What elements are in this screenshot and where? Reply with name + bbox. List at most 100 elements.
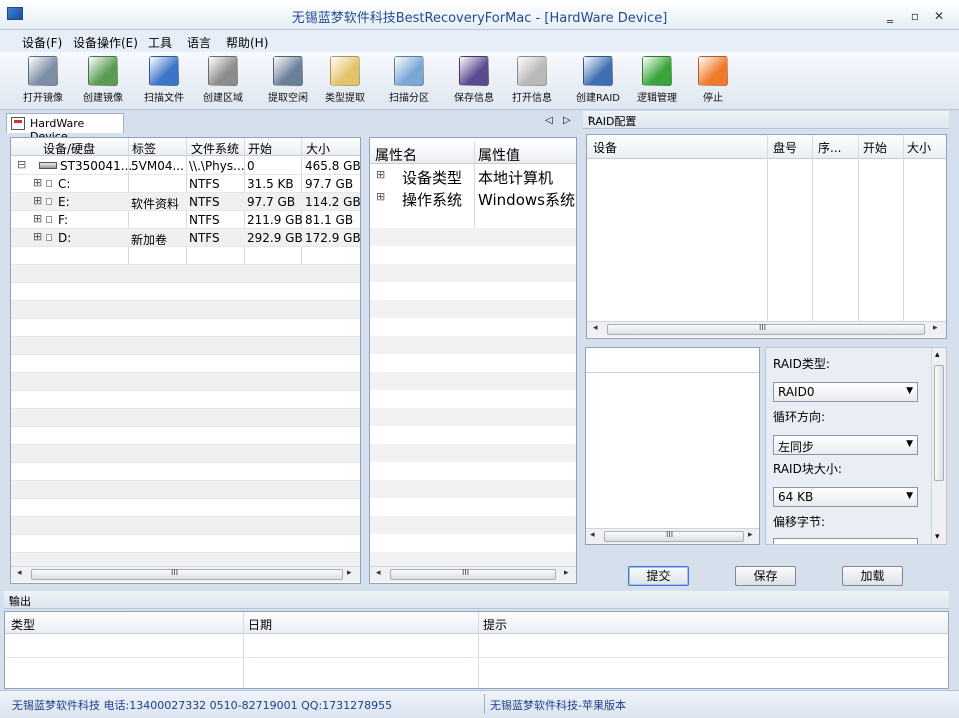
menu-device-ops[interactable]: 设备操作(E)	[73, 34, 138, 51]
pin-icon[interactable]: ᵖ	[9, 593, 944, 606]
col-size[interactable]: 大小	[306, 140, 330, 157]
create-image-icon	[88, 56, 118, 86]
tab-prev-icon[interactable]: ◁	[545, 115, 553, 126]
settings-vscroll[interactable]: ▴ ▾	[931, 348, 946, 544]
raid-type-select[interactable]: RAID0 ▼	[773, 382, 918, 402]
toolbar-button-11[interactable]: 逻辑管理	[627, 54, 687, 104]
expand-icon[interactable]: ⊞	[33, 230, 42, 243]
scroll-left-icon[interactable]: ◂	[17, 568, 22, 578]
scroll-grip: III	[759, 323, 767, 332]
col-raid-device[interactable]: 设备	[593, 139, 617, 156]
scroll-right-icon[interactable]: ▸	[564, 568, 569, 578]
menu-help[interactable]: 帮助(H)	[226, 34, 268, 51]
restore-button[interactable]: ▫	[907, 9, 923, 23]
col-out-hint[interactable]: 提示	[483, 616, 507, 633]
menu-language[interactable]: 语言	[187, 34, 211, 51]
raid-type-value: RAID0	[778, 385, 815, 399]
status-right: 无锡蓝梦软件科技-苹果版本	[490, 699, 626, 712]
cell-size: 97.7 GB	[305, 177, 354, 191]
col-raid-start[interactable]: 开始	[863, 139, 887, 156]
toolbar-button-12[interactable]: 停止	[683, 54, 743, 104]
scroll-right-icon[interactable]: ▸	[933, 323, 938, 333]
cell-fs: \\.\Phys...	[189, 159, 245, 173]
menu-device[interactable]: 设备(F)	[22, 34, 62, 51]
device-hscroll[interactable]: ◂ III ▸	[11, 566, 360, 582]
offset-input[interactable]	[773, 538, 918, 544]
expand-icon[interactable]: ⊞	[33, 194, 42, 207]
toolbar-button-4[interactable]: 创建区域	[193, 54, 253, 104]
toolbar-button-10[interactable]: 创建RAID	[568, 54, 628, 104]
col-fs[interactable]: 文件系统	[191, 140, 239, 157]
toolbar-button-5[interactable]: 提取空闲	[258, 54, 318, 104]
member-hscroll[interactable]: ◂ III ▸	[586, 528, 759, 544]
toolbar-button-9[interactable]: 打开信息	[502, 54, 562, 104]
submit-button[interactable]: 提交	[628, 566, 689, 586]
title-bar: 无锡蓝梦软件科技BestRecoveryForMac - [HardWare D…	[0, 0, 959, 30]
toolbar-button-2[interactable]: 创建镜像	[73, 54, 133, 104]
scroll-thumb[interactable]	[390, 569, 556, 580]
toolbar-button-8[interactable]: 保存信息	[444, 54, 504, 104]
minimize-button[interactable]: ‗	[882, 9, 898, 23]
save-button[interactable]: 保存	[735, 566, 796, 586]
table-row[interactable]: ⊞ E: 软件资料 NTFS 97.7 GB 114.2 GB	[11, 193, 361, 211]
table-row[interactable]: ⊞ C: NTFS 31.5 KB 97.7 GB	[11, 175, 360, 193]
cell-prop-value: Windows系统	[478, 191, 575, 209]
scroll-thumb[interactable]	[604, 531, 744, 542]
table-row[interactable]: ⊟ ST350041... 5VM04... \\.\Phys... 0 465.8 GB	[11, 157, 361, 175]
expand-icon[interactable]: ⊞	[33, 176, 42, 189]
loop-direction-label: 循环方向:	[773, 410, 826, 424]
loop-direction-select[interactable]: 左同步 ▼	[773, 435, 918, 455]
raid-settings: RAID类型: RAID0 ▼ 循环方向: 左同步 ▼ RAID块大小: 64 …	[765, 347, 947, 545]
raid-hscroll[interactable]: ◂ III ▸	[587, 321, 946, 337]
scroll-left-icon[interactable]: ◂	[590, 530, 595, 540]
col-out-date[interactable]: 日期	[248, 616, 272, 633]
col-label[interactable]: 标签	[132, 140, 156, 157]
scroll-right-icon[interactable]: ▸	[748, 530, 753, 540]
scroll-thumb[interactable]	[31, 569, 343, 580]
col-device[interactable]: 设备/硬盘	[43, 140, 95, 157]
expand-icon[interactable]: ⊞	[376, 190, 385, 203]
table-row[interactable]: ⊞ 设备类型 本地计算机	[370, 165, 576, 187]
load-button[interactable]: 加载	[842, 566, 903, 586]
toolbar-button-6[interactable]: 类型提取	[315, 54, 375, 104]
block-size-select[interactable]: 64 KB ▼	[773, 487, 918, 507]
expand-icon[interactable]: ⊞	[376, 168, 385, 181]
table-row[interactable]: ⊞ F: NTFS 211.9 GB 81.1 GB	[11, 211, 360, 229]
toolbar-label: 提取空闲	[268, 93, 308, 104]
scroll-up-icon[interactable]: ▴	[935, 350, 940, 360]
col-out-type[interactable]: 类型	[11, 616, 35, 633]
partition-icon	[46, 180, 52, 187]
col-start[interactable]: 开始	[248, 140, 272, 157]
col-prop-name[interactable]: 属性名	[375, 145, 417, 165]
col-prop-value[interactable]: 属性值	[478, 145, 520, 165]
property-hscroll[interactable]: ◂ III ▸	[370, 566, 576, 582]
chevron-down-icon: ▼	[906, 439, 913, 449]
col-raid-disk[interactable]: 盘号	[773, 139, 797, 156]
table-row[interactable]: ⊞ 操作系统 Windows系统	[370, 187, 576, 209]
collapse-icon[interactable]: ⊟	[17, 158, 26, 171]
scroll-left-icon[interactable]: ◂	[376, 568, 381, 578]
expand-icon[interactable]: ⊞	[33, 212, 42, 225]
close-button[interactable]: ✕	[931, 9, 947, 23]
stop-icon	[698, 56, 728, 86]
open-info-icon	[517, 56, 547, 86]
menu-tools[interactable]: 工具	[148, 34, 172, 51]
open-image-icon	[28, 56, 58, 86]
cell-label: 5VM04...	[131, 159, 184, 173]
toolbar-button-7[interactable]: 扫描分区	[379, 54, 439, 104]
tab-hardware-device[interactable]: HardWare Device	[6, 113, 124, 143]
col-raid-size[interactable]: 大小	[907, 139, 931, 156]
type-extract-icon	[330, 56, 360, 86]
scroll-right-icon[interactable]: ▸	[347, 568, 352, 578]
col-raid-seq[interactable]: 序...	[818, 139, 841, 156]
pin-icon[interactable]: ᵖ	[588, 113, 944, 126]
tab-next-icon[interactable]: ▷	[563, 115, 571, 126]
toolbar: 打开镜像 创建镜像 扫描文件 创建区域 提取空闲 类型提取 扫描分区 保存信息 打开信息 创建RA…	[0, 52, 959, 110]
toolbar-button-3[interactable]: 扫描文件	[134, 54, 194, 104]
scroll-down-icon[interactable]: ▾	[935, 532, 940, 542]
scroll-left-icon[interactable]: ◂	[593, 323, 598, 333]
scroll-thumb[interactable]	[934, 365, 944, 481]
toolbar-button-1[interactable]: 打开镜像	[13, 54, 73, 104]
table-row[interactable]: ⊞ D: 新加卷 NTFS 292.9 GB 172.9 GB	[11, 229, 361, 247]
device-table: 设备/硬盘 标签 文件系统 开始 大小 ⊟ ST350041... 5VM04...…	[10, 137, 361, 584]
